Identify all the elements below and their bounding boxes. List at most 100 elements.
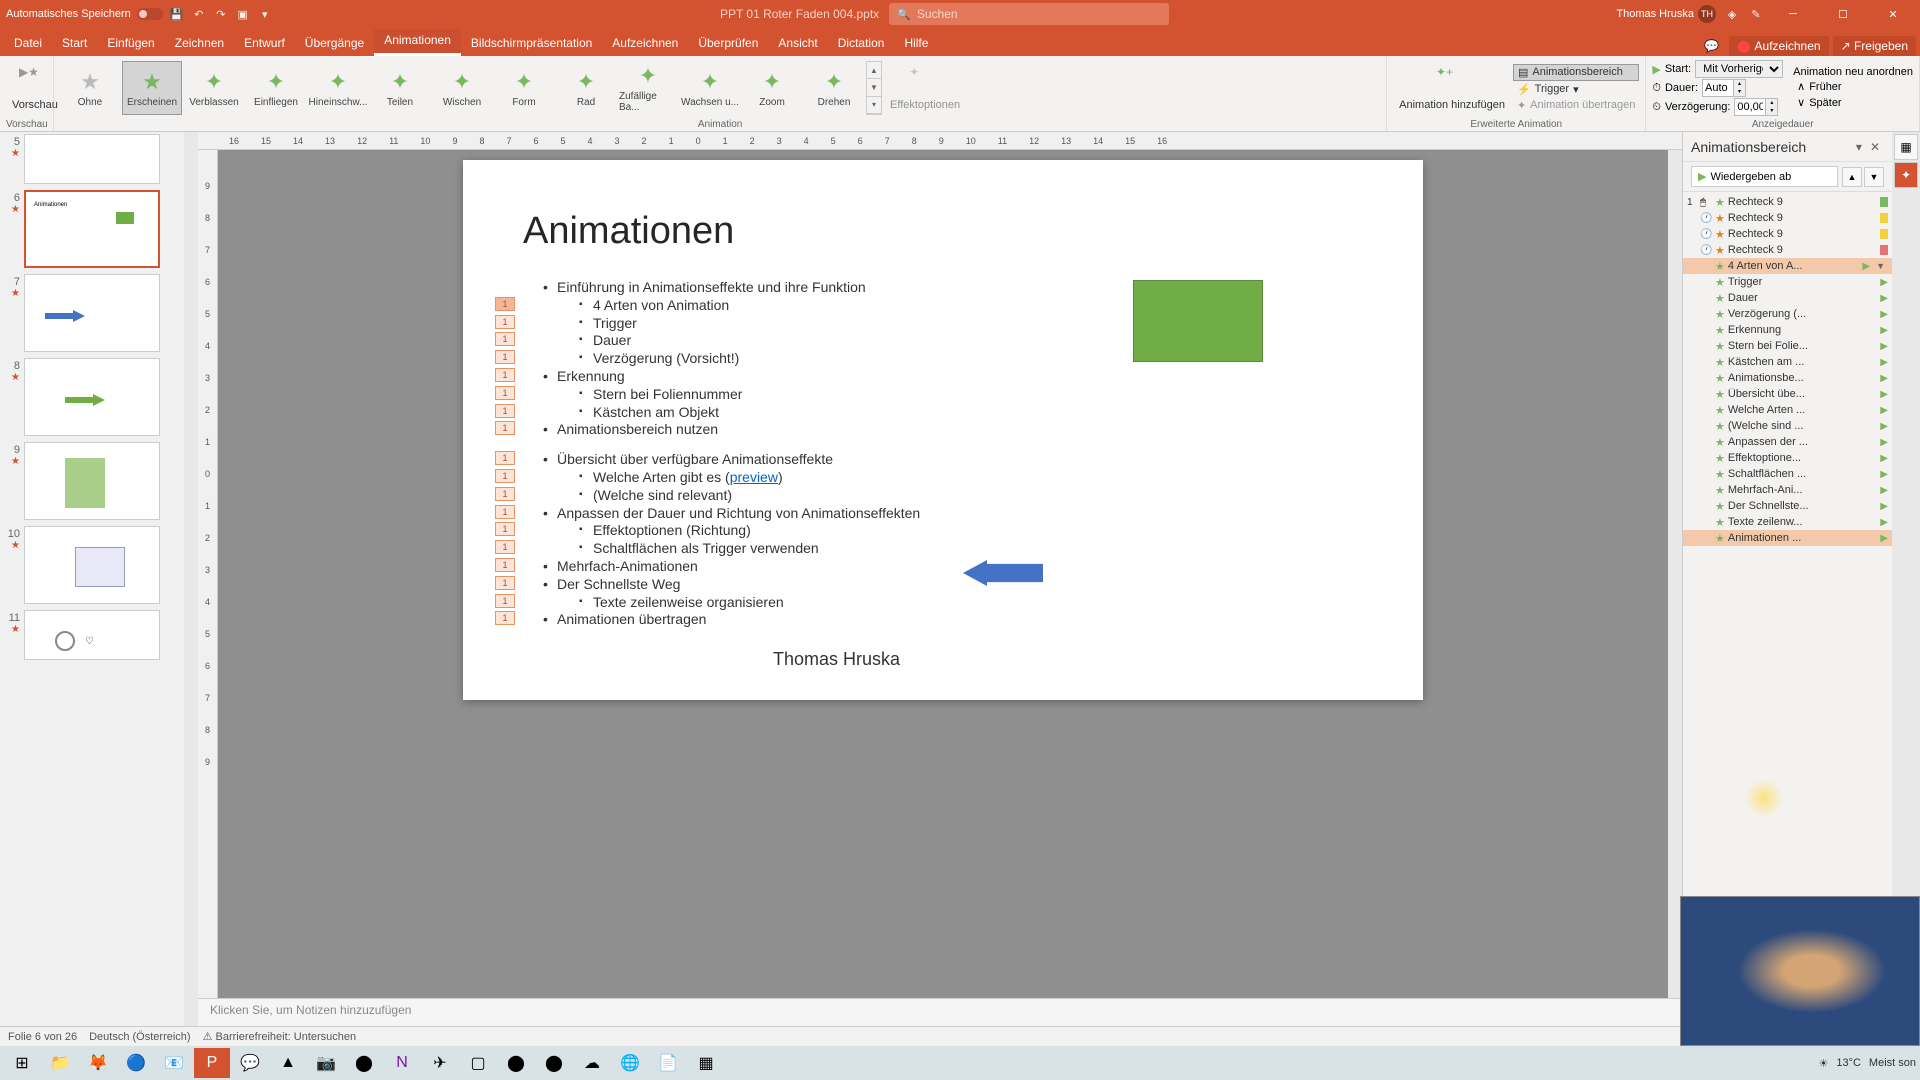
anim-list-item[interactable]: ★Trigger▶ xyxy=(1683,274,1892,290)
anim-tag[interactable]: 1 xyxy=(495,522,515,536)
vlc-icon[interactable]: ▲ xyxy=(270,1048,306,1078)
anim-list-item[interactable]: ★Animationen ...▶ xyxy=(1683,530,1892,546)
comments-icon[interactable]: 💬 xyxy=(1698,39,1725,53)
green-rectangle[interactable] xyxy=(1133,280,1263,362)
tab-transitions[interactable]: Übergänge xyxy=(295,32,374,56)
anim-list-item[interactable]: ★Kästchen am ...▶ xyxy=(1683,354,1892,370)
pane-close[interactable]: ✕ xyxy=(1866,140,1884,154)
anim-floatin[interactable]: ✦Hineinschw... xyxy=(308,61,368,115)
search-input[interactable] xyxy=(917,7,1161,21)
side-tab-1[interactable]: ▦ xyxy=(1894,134,1918,160)
share-button[interactable]: ↗ Freigeben xyxy=(1833,36,1916,56)
outlook-icon[interactable]: 📧 xyxy=(156,1048,192,1078)
anim-shape[interactable]: ✦Form xyxy=(494,61,554,115)
slide[interactable]: Animationen Einführung in Animationseffe… xyxy=(463,160,1423,700)
tab-file[interactable]: Datei xyxy=(4,32,52,56)
slide-thumb-9[interactable] xyxy=(24,442,160,520)
anim-split[interactable]: ✦Teilen xyxy=(370,61,430,115)
anim-tag[interactable]: 1 xyxy=(495,540,515,554)
anim-list-item[interactable]: ★Animationsbe...▶ xyxy=(1683,370,1892,386)
anim-appear[interactable]: ★Erscheinen xyxy=(122,61,182,115)
chrome-icon[interactable]: 🔵 xyxy=(118,1048,154,1078)
language-status[interactable]: Deutsch (Österreich) xyxy=(89,1031,190,1043)
anim-fade[interactable]: ✦Verblassen xyxy=(184,61,244,115)
anim-list-item[interactable]: ★Welche Arten ...▶ xyxy=(1683,402,1892,418)
slide-thumb-11[interactable]: ♡ xyxy=(24,610,160,660)
anim-list-item[interactable]: ★Der Schnellste...▶ xyxy=(1683,498,1892,514)
tab-view[interactable]: Ansicht xyxy=(768,32,827,56)
accessibility-status[interactable]: ⚠ Barrierefreiheit: Untersuchen xyxy=(203,1030,357,1043)
anim-none[interactable]: ★Ohne xyxy=(60,61,120,115)
undo-icon[interactable]: ↶ xyxy=(191,6,207,22)
tab-record[interactable]: Aufzeichnen xyxy=(602,32,688,56)
sync-icon[interactable]: ◈ xyxy=(1724,6,1740,22)
anim-tag[interactable]: 1 xyxy=(495,315,515,329)
powerpoint-icon[interactable]: P xyxy=(194,1048,230,1078)
filename[interactable]: PPT 01 Roter Faden 004.pptx xyxy=(720,7,879,21)
app-icon-2[interactable]: 📷 xyxy=(308,1048,344,1078)
slide-thumb-10[interactable] xyxy=(24,526,160,604)
tab-help[interactable]: Hilfe xyxy=(894,32,938,56)
anim-tag[interactable]: 1 xyxy=(495,368,515,382)
slide-title[interactable]: Animationen xyxy=(523,210,1363,253)
anim-flyin[interactable]: ✦Einfliegen xyxy=(246,61,306,115)
effect-options-button[interactable]: ✦ Effektoptionen xyxy=(884,63,966,113)
slide-thumb-5[interactable] xyxy=(24,134,160,184)
more-icon[interactable]: ▾ xyxy=(257,6,273,22)
move-down-button[interactable]: ▼ xyxy=(1864,167,1884,187)
obs-icon[interactable]: ⬤ xyxy=(498,1048,534,1078)
thumbnail-panel[interactable]: 5★ 6★Animationen 7★ 8★ 9★ 10★ 11★♡ xyxy=(0,132,184,1026)
duration-spinner[interactable]: ▴▾ xyxy=(1702,79,1746,97)
anim-list-item[interactable]: ★Anpassen der ...▶ xyxy=(1683,434,1892,450)
anim-grow[interactable]: ✦Wachsen u... xyxy=(680,61,740,115)
app-icon-6[interactable]: ☁ xyxy=(574,1048,610,1078)
slide-thumb-6[interactable]: Animationen xyxy=(24,190,160,268)
animation-pane-button[interactable]: ▤Animationsbereich xyxy=(1513,64,1639,81)
add-animation-button[interactable]: ✦+ Animation hinzufügen xyxy=(1393,63,1511,113)
user-account[interactable]: Thomas Hruska TH xyxy=(1616,5,1716,23)
onenote-icon[interactable]: N xyxy=(384,1048,420,1078)
anim-list-item[interactable]: ★(Welche sind ...▶ xyxy=(1683,418,1892,434)
anim-tag[interactable]: 1 xyxy=(495,297,515,311)
anim-list-item[interactable]: ★Texte zeilenw...▶ xyxy=(1683,514,1892,530)
anim-list-item[interactable]: 🕐★Rechteck 9 xyxy=(1683,210,1892,226)
telegram-icon[interactable]: ✈ xyxy=(422,1048,458,1078)
record-button[interactable]: ⬤Aufzeichnen xyxy=(1729,36,1828,56)
firefox-icon[interactable]: 🦊 xyxy=(80,1048,116,1078)
slideshow-icon[interactable]: ▣ xyxy=(235,6,251,22)
anim-rotate[interactable]: ✦Drehen xyxy=(804,61,864,115)
thumb-scrollbar[interactable] xyxy=(184,132,198,1026)
app-icon-4[interactable]: ▢ xyxy=(460,1048,496,1078)
tab-start[interactable]: Start xyxy=(52,32,97,56)
coming-soon-icon[interactable]: ✎ xyxy=(1748,6,1764,22)
anim-tag[interactable]: 1 xyxy=(495,386,515,400)
anim-tag[interactable]: 1 xyxy=(495,487,515,501)
anim-zoom[interactable]: ✦Zoom xyxy=(742,61,802,115)
app-icon-5[interactable]: ⬤ xyxy=(536,1048,572,1078)
anim-list-item[interactable]: 1🖱★Rechteck 9 xyxy=(1683,194,1892,210)
weather-temp[interactable]: 13°C xyxy=(1836,1057,1861,1069)
move-up-button[interactable]: ▲ xyxy=(1842,167,1862,187)
anim-tag[interactable]: 1 xyxy=(495,594,515,608)
move-earlier-button[interactable]: ∧Früher xyxy=(1793,79,1913,94)
app-icon-7[interactable]: 📄 xyxy=(650,1048,686,1078)
tab-animations[interactable]: Animationen xyxy=(374,29,461,56)
app-icon-3[interactable]: ⬤ xyxy=(346,1048,382,1078)
anim-wheel[interactable]: ✦Rad xyxy=(556,61,616,115)
gallery-expand[interactable]: ▲▼▾ xyxy=(866,61,882,115)
tab-design[interactable]: Entwurf xyxy=(234,32,295,56)
anim-tag[interactable]: 1 xyxy=(495,404,515,418)
maximize-button[interactable]: ☐ xyxy=(1822,0,1864,28)
anim-tag[interactable]: 1 xyxy=(495,558,515,572)
tab-insert[interactable]: Einfügen xyxy=(97,32,164,56)
weather-text[interactable]: Meist son xyxy=(1869,1057,1916,1069)
slide-thumb-7[interactable] xyxy=(24,274,160,352)
anim-tag[interactable]: 1 xyxy=(495,505,515,519)
anim-tag[interactable]: 1 xyxy=(495,469,515,483)
author-text[interactable]: Thomas Hruska xyxy=(773,649,900,670)
anim-wipe[interactable]: ✦Wischen xyxy=(432,61,492,115)
explorer-icon[interactable]: 📁 xyxy=(42,1048,78,1078)
tab-slideshow[interactable]: Bildschirmpräsentation xyxy=(461,32,602,56)
anim-tag[interactable]: 1 xyxy=(495,332,515,346)
search-box[interactable]: 🔍 xyxy=(889,3,1169,25)
